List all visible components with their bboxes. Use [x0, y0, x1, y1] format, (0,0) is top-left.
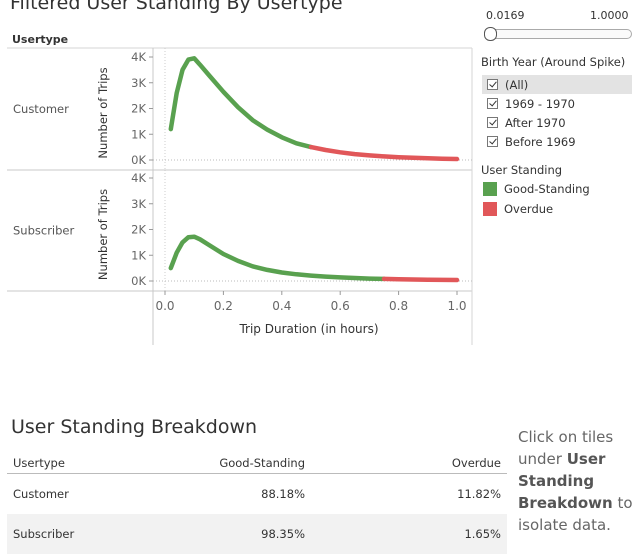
- y-tick-label: 0K: [131, 274, 146, 288]
- y-tick-label: 3K: [131, 197, 146, 211]
- table-row: Customer 88.18% 11.82%: [7, 474, 507, 515]
- overdue-swatch: [483, 202, 497, 216]
- row-header-customer: Customer: [13, 102, 69, 116]
- checkbox-icon[interactable]: [487, 136, 498, 147]
- tile-overdue[interactable]: 11.82%: [311, 474, 507, 515]
- checkbox-icon[interactable]: [487, 79, 498, 90]
- y-tick-label: 2K: [131, 102, 146, 116]
- filter-item-all[interactable]: (All): [482, 75, 632, 94]
- x-tick-label: 1.0: [447, 299, 466, 313]
- filter-item-label: Before 1969: [505, 134, 576, 149]
- filter-item-label: 1969 - 1970: [505, 96, 575, 111]
- y-tick-label: 3K: [131, 76, 146, 90]
- y-tick-label: 1K: [131, 127, 146, 141]
- filter-item-before-1969[interactable]: Before 1969: [482, 132, 632, 151]
- hint-text: Click on tiles under User Standing Break…: [518, 426, 636, 536]
- table-row: Subscriber 98.35% 1.65%: [7, 514, 507, 554]
- breakdown-header-overdue: Overdue: [311, 452, 507, 474]
- y-axis-label: Number of Trips: [96, 189, 110, 280]
- slider-min-label: 0.0169: [486, 9, 525, 22]
- row-usertype: Subscriber: [7, 514, 169, 554]
- checkbox-icon[interactable]: [487, 117, 498, 128]
- breakdown-table: Usertype Good-Standing Overdue Customer …: [7, 452, 507, 554]
- trip-duration-chart[interactable]: 0.0 0.2 0.4 0.6 0.8 1.0 Trip Duration (in hour…: [0, 0, 638, 360]
- y-axis-label: Number of Trips: [96, 67, 110, 158]
- series-good-standing-subscriber: [168, 234, 387, 282]
- series-good-standing-customer: [168, 56, 314, 150]
- series-overdue-subscriber: [381, 276, 460, 283]
- slider-max-label: 1.0000: [590, 9, 629, 22]
- tile-good-standing[interactable]: 88.18%: [169, 474, 311, 515]
- y-tick-label: 2K: [131, 223, 146, 237]
- breakdown-header-row: Usertype Good-Standing Overdue: [7, 452, 507, 474]
- legend-label: Good-Standing: [504, 182, 590, 196]
- x-tick-label: 0.2: [214, 299, 233, 313]
- filter-item-1969-1970[interactable]: 1969 - 1970: [482, 94, 632, 113]
- row-header-subscriber: Subscriber: [13, 224, 75, 238]
- y-tick-label: 1K: [131, 248, 146, 262]
- y-tick-label: 0K: [131, 153, 146, 167]
- breakdown-header-good: Good-Standing: [169, 452, 311, 474]
- filter-item-label: (All): [505, 77, 529, 92]
- x-tick-label: 0.0: [155, 299, 174, 313]
- birth-year-filter-title: Birth Year (Around Spike): [481, 55, 626, 69]
- x-axis-label: Trip Duration (in hours): [238, 322, 378, 336]
- x-tick-label: 0.8: [389, 299, 408, 313]
- standing-legend-title: User Standing: [481, 163, 563, 177]
- row-usertype: Customer: [13, 487, 69, 501]
- legend-label: Overdue: [504, 202, 554, 216]
- duration-slider-track[interactable]: [485, 29, 632, 39]
- breakdown-header-usertype: Usertype: [7, 452, 169, 474]
- breakdown-title: User Standing Breakdown: [11, 416, 258, 438]
- series-overdue-customer: [308, 144, 460, 162]
- x-tick-label: 0.6: [331, 299, 350, 313]
- legend-item-good-standing[interactable]: Good-Standing: [483, 182, 590, 196]
- filter-item-after-1970[interactable]: After 1970: [482, 113, 632, 132]
- y-tick-label: 4K: [131, 171, 146, 185]
- duration-slider-handle[interactable]: [484, 27, 497, 41]
- x-tick-label: 0.4: [272, 299, 291, 313]
- good-standing-swatch: [483, 182, 497, 196]
- y-tick-label: 4K: [131, 50, 146, 64]
- filter-item-label: After 1970: [505, 115, 566, 130]
- tile-good-standing[interactable]: 98.35%: [169, 514, 311, 554]
- checkbox-icon[interactable]: [487, 98, 498, 109]
- legend-item-overdue[interactable]: Overdue: [483, 202, 553, 216]
- tile-overdue[interactable]: 1.65%: [311, 514, 507, 554]
